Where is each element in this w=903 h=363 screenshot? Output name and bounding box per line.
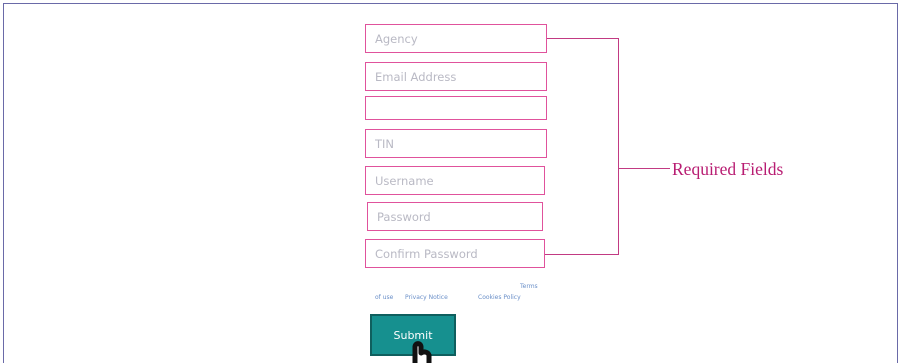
bracket-bottom-connector [545, 254, 619, 255]
privacy-notice-link[interactable]: Privacy Notice [405, 294, 448, 301]
bracket-label-connector [618, 168, 670, 169]
bracket-vertical-line [618, 38, 619, 255]
submit-button-label: Submit [393, 328, 433, 342]
password-field[interactable] [367, 202, 543, 231]
terms-link-line2[interactable]: of use [375, 294, 393, 301]
agency-field[interactable] [365, 24, 547, 53]
tin-field[interactable] [365, 129, 547, 158]
cookies-policy-link[interactable]: Cookies Policy [478, 294, 521, 301]
email-address-field[interactable] [365, 62, 547, 91]
terms-link-line1[interactable]: Terms [520, 283, 538, 290]
bracket-top-connector [547, 38, 619, 39]
confirm-password-field[interactable] [365, 239, 545, 268]
registration-form-panel: Required Fields Terms of use Privacy Not… [3, 3, 898, 363]
unlabeled-field[interactable] [365, 96, 547, 120]
username-field[interactable] [365, 166, 545, 195]
required-fields-label: Required Fields [672, 159, 784, 179]
hand-pointer-icon [412, 341, 432, 363]
